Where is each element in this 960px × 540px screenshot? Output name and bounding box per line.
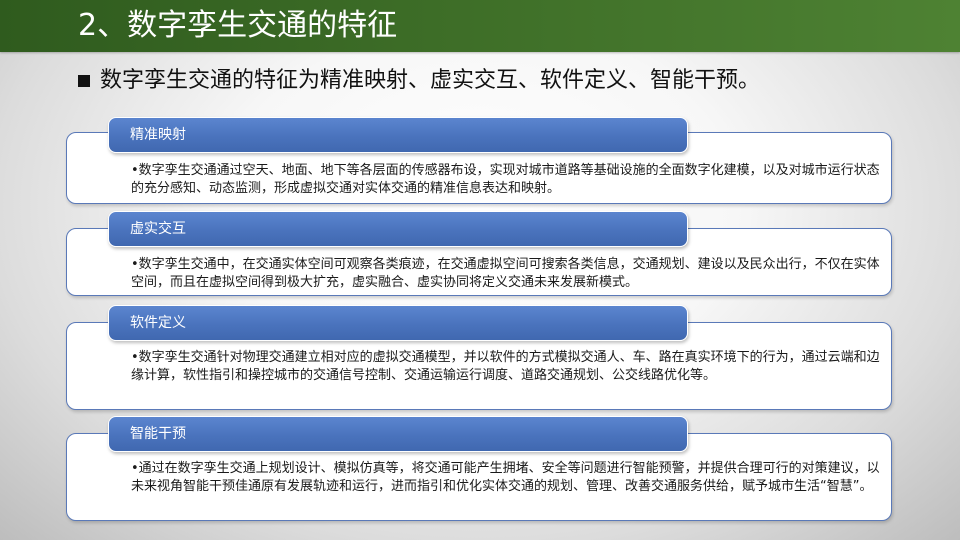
section-label-text: 精准映射 — [130, 127, 186, 143]
intro-text: 数字孪生交通的特征为精准映射、虚实交互、软件定义、智能干预。 — [100, 68, 761, 93]
intro-line: 数字孪生交通的特征为精准映射、虚实交互、软件定义、智能干预。 — [78, 66, 760, 96]
section-body: •数字孪生交通中，在交通实体空间可观察各类痕迹，在交通虚拟空间可搜索各类信息，交… — [131, 257, 880, 290]
section-body: •数字孪生交通通过空天、地面、地下等各层面的传感器布设，实现对城市道路等基础设施… — [131, 163, 880, 196]
square-bullet-icon — [78, 75, 90, 87]
page-title: 2、数字孪生交通的特征 — [78, 8, 398, 43]
section-label-software-defined: 软件定义 — [108, 305, 688, 341]
title-bar: 2、数字孪生交通的特征 — [0, 0, 960, 52]
section-label-text: 软件定义 — [130, 315, 186, 331]
section-label-precise-mapping: 精准映射 — [108, 117, 688, 153]
section-body: •通过在数字孪生交通上规划设计、模拟仿真等，将交通可能产生拥堵、安全等问题进行智… — [131, 461, 880, 494]
section-label-virtual-real-interaction: 虚实交互 — [108, 211, 688, 247]
section-label-text: 智能干预 — [130, 426, 186, 442]
section-label-text: 虚实交互 — [130, 221, 186, 237]
section-label-intelligent-intervention: 智能干预 — [108, 416, 688, 452]
section-body: •数字孪生交通针对物理交通建立相对应的虚拟交通模型，并以软件的方式模拟交通人、车… — [131, 350, 880, 383]
